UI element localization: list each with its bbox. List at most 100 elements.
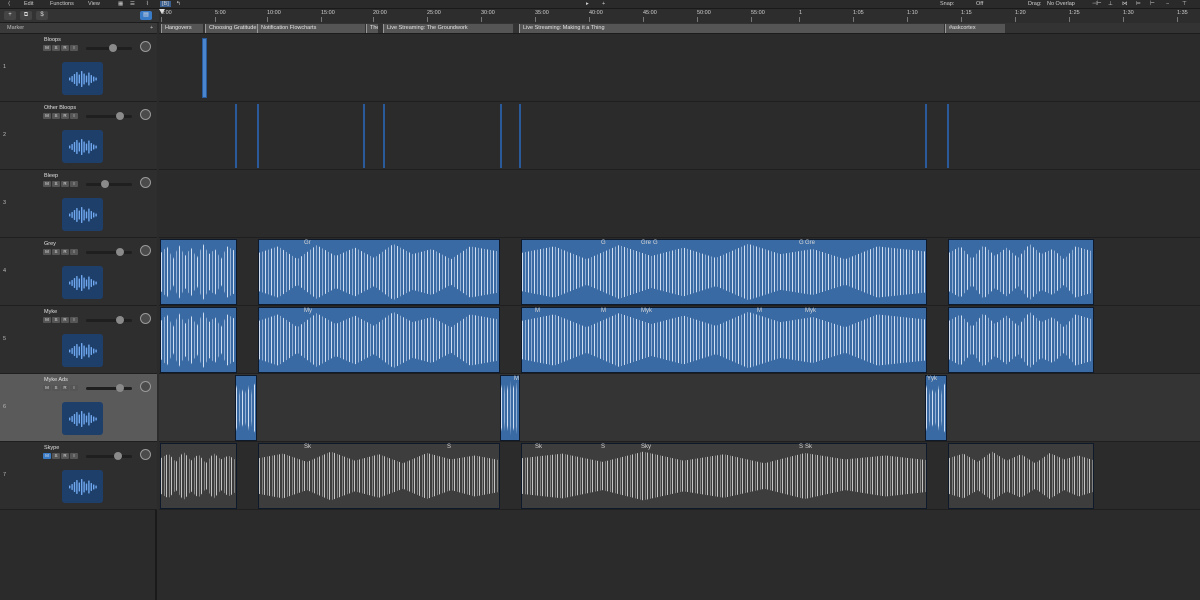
snap-select[interactable]: Off (976, 1, 983, 7)
audio-region[interactable] (258, 307, 500, 373)
input-monitor-button[interactable]: I (70, 453, 78, 459)
record-button[interactable]: R (61, 249, 69, 255)
playhead-icon[interactable] (159, 9, 165, 14)
flex-icon[interactable]: ↰ (176, 1, 181, 7)
pointer-tool-icon[interactable]: ▸ (586, 1, 589, 7)
audio-region[interactable] (160, 239, 237, 305)
volume-slider[interactable] (86, 44, 132, 52)
list-view-icon[interactable]: ☰ (130, 1, 135, 7)
volume-slider[interactable] (86, 316, 132, 324)
input-monitor-button[interactable]: I (70, 385, 78, 391)
scissors-icon[interactable]: $ (36, 11, 48, 20)
volume-thumb[interactable] (101, 180, 110, 188)
marker-5[interactable]: Live Streaming: The Groundwork (383, 24, 513, 33)
audio-region[interactable] (160, 443, 237, 509)
track-lane[interactable]: My M M Myk M Myk (159, 306, 1200, 374)
audio-region[interactable] (948, 307, 1094, 373)
mute-button[interactable]: M (43, 385, 51, 391)
waveform-zoom-icon[interactable]: ⋈ (1122, 1, 1128, 7)
catch-icon[interactable]: ▤ (140, 11, 152, 20)
track-lane[interactable] (159, 34, 1200, 102)
track-header[interactable]: 4 Grey M S R I (0, 238, 157, 306)
track-header[interactable]: 3 Bleep M S R I (0, 170, 157, 238)
input-monitor-button[interactable]: I (70, 113, 78, 119)
pan-knob[interactable] (140, 109, 151, 120)
automation-icon[interactable]: ⌇ (146, 1, 149, 7)
input-monitor-button[interactable]: I (70, 181, 78, 187)
marker-1[interactable]: Hangovers (161, 24, 203, 33)
grid-view-icon[interactable]: ▦ (118, 1, 123, 7)
audio-region[interactable] (948, 239, 1094, 305)
track-name[interactable]: Skype (44, 445, 59, 451)
fit-width-icon[interactable]: ⊢ (1150, 1, 1155, 7)
marker-7[interactable]: #askcortex (945, 24, 1005, 33)
audio-clip[interactable] (947, 104, 949, 168)
input-monitor-button[interactable]: I (70, 45, 78, 51)
audio-clip[interactable] (500, 104, 502, 168)
minus-icon[interactable]: − (1166, 1, 1169, 7)
volume-slider[interactable] (86, 180, 132, 188)
mute-button[interactable]: M (43, 45, 51, 51)
pan-knob[interactable] (140, 177, 151, 188)
audio-clip[interactable] (202, 38, 207, 98)
add-track-button[interactable]: + (4, 11, 16, 20)
mute-button[interactable]: M (43, 453, 51, 459)
volume-slider[interactable] (86, 384, 132, 392)
pan-knob[interactable] (140, 449, 151, 460)
zoom-v-icon[interactable]: ⊥ (1108, 1, 1113, 7)
pan-knob[interactable] (140, 313, 151, 324)
audio-region[interactable] (948, 443, 1094, 509)
audio-region[interactable] (160, 307, 237, 373)
record-button[interactable]: R (61, 317, 69, 323)
solo-button[interactable]: S (52, 45, 60, 51)
audio-region[interactable] (521, 239, 927, 305)
record-button[interactable]: R (61, 113, 69, 119)
volume-thumb[interactable] (108, 44, 117, 52)
mute-button[interactable]: M (43, 317, 51, 323)
volume-thumb[interactable] (115, 316, 124, 324)
audio-region[interactable] (521, 307, 927, 373)
marker-6[interactable]: Live Streaming: Making it a Thing (519, 24, 944, 33)
menu-functions[interactable]: Functions (50, 1, 74, 7)
arrange-area[interactable]: Gr G Gre G G Gre My M M Myk M Myk M Yyk Sk S Sk S Sky S Sk (159, 34, 1200, 600)
track-header[interactable]: 5 Myke M S R I (0, 306, 157, 374)
track-name[interactable]: Other Bloops (44, 105, 76, 111)
expand-icon[interactable]: ⊤ (1182, 1, 1187, 7)
record-button[interactable]: R (61, 45, 69, 51)
track-lane[interactable] (159, 102, 1200, 170)
audio-region[interactable] (258, 239, 500, 305)
audio-clip[interactable] (363, 104, 365, 168)
volume-slider[interactable] (86, 248, 132, 256)
mute-button[interactable]: M (43, 113, 51, 119)
solo-button[interactable]: S (52, 385, 60, 391)
mute-button[interactable]: M (43, 181, 51, 187)
fit-icon[interactable]: ⊨ (1136, 1, 1141, 7)
marker-4[interactable]: The (366, 24, 378, 33)
add-marker-button[interactable]: + (150, 25, 153, 31)
ruler-icon[interactable]: [B] (160, 1, 171, 7)
track-lane[interactable] (159, 170, 1200, 238)
pencil-tool-icon[interactable]: + (602, 1, 605, 7)
audio-clip[interactable] (383, 104, 385, 168)
audio-region[interactable] (521, 443, 927, 509)
audio-clip[interactable] (257, 104, 259, 168)
solo-button[interactable]: S (52, 249, 60, 255)
track-lane[interactable]: Gr G Gre G G Gre (159, 238, 1200, 306)
track-name[interactable]: Bleep (44, 173, 58, 179)
pan-knob[interactable] (140, 381, 151, 392)
solo-button[interactable]: S (52, 181, 60, 187)
volume-slider[interactable] (86, 112, 132, 120)
solo-button[interactable]: S (52, 113, 60, 119)
solo-button[interactable]: S (52, 317, 60, 323)
back-icon[interactable]: ⟨ (8, 1, 10, 7)
audio-clip[interactable] (235, 104, 237, 168)
volume-slider[interactable] (86, 452, 132, 460)
track-header[interactable]: 7 Skype M S R I (0, 442, 157, 510)
volume-thumb[interactable] (115, 112, 124, 120)
record-button[interactable]: R (61, 385, 69, 391)
input-monitor-button[interactable]: I (70, 317, 78, 323)
volume-thumb[interactable] (115, 384, 124, 392)
track-name[interactable]: Myke (44, 309, 57, 315)
track-lane[interactable]: M Yyk (159, 374, 1200, 442)
marker-3[interactable]: Notification Flowcharts (257, 24, 365, 33)
